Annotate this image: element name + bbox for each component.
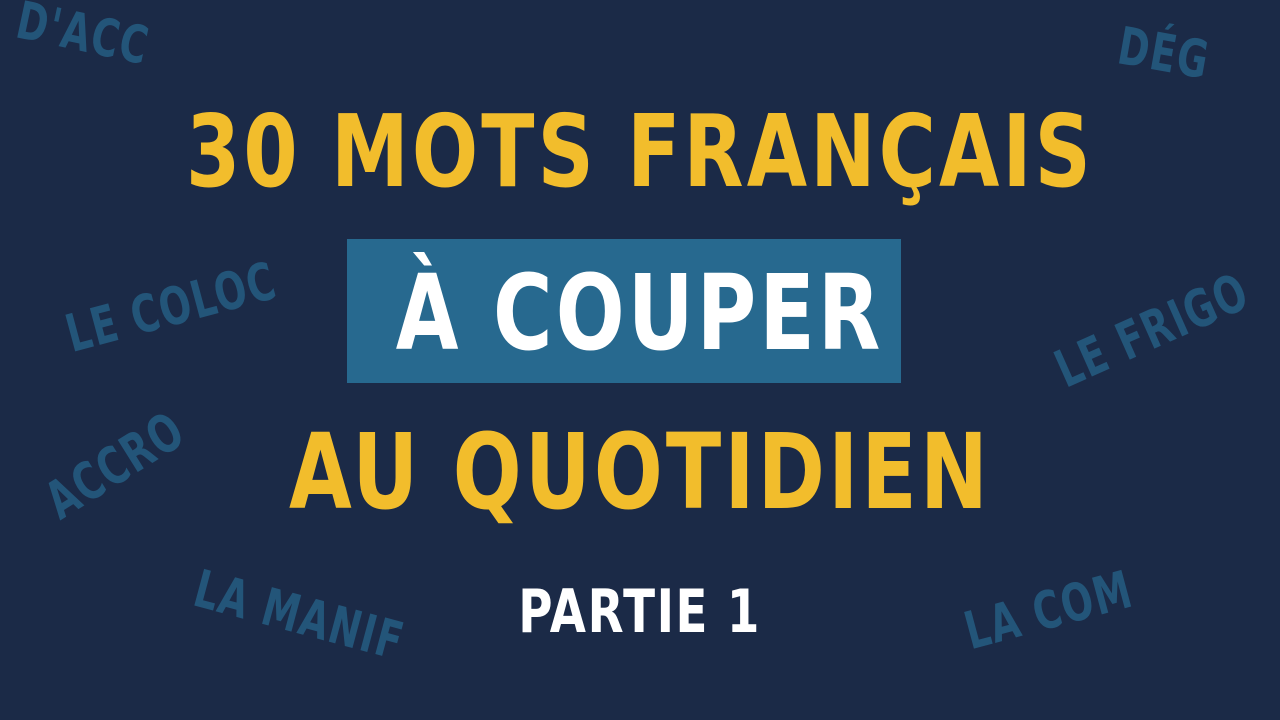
- background-word-deg: DÉG: [1113, 16, 1215, 92]
- title-line-2: À COUPER: [0, 239, 1280, 383]
- thumbnail-canvas: D'ACC DÉG LE COLOC ACCRO LE FRIGO LA MAN…: [0, 0, 1280, 720]
- title-line-3-text: AU QUOTIDIEN: [289, 411, 991, 533]
- title-line-3: AU QUOTIDIEN: [0, 420, 1280, 524]
- subtitle: PARTIE 1: [0, 582, 1280, 642]
- subtitle-text: PARTIE 1: [518, 577, 762, 647]
- title-line-1: 30 MOTS FRANÇAIS: [0, 102, 1280, 202]
- background-word-dacc: D'ACC: [11, 0, 155, 78]
- title-line-1-text: 30 MOTS FRANÇAIS: [186, 93, 1094, 210]
- title-line-2-text: À COUPER: [396, 252, 884, 374]
